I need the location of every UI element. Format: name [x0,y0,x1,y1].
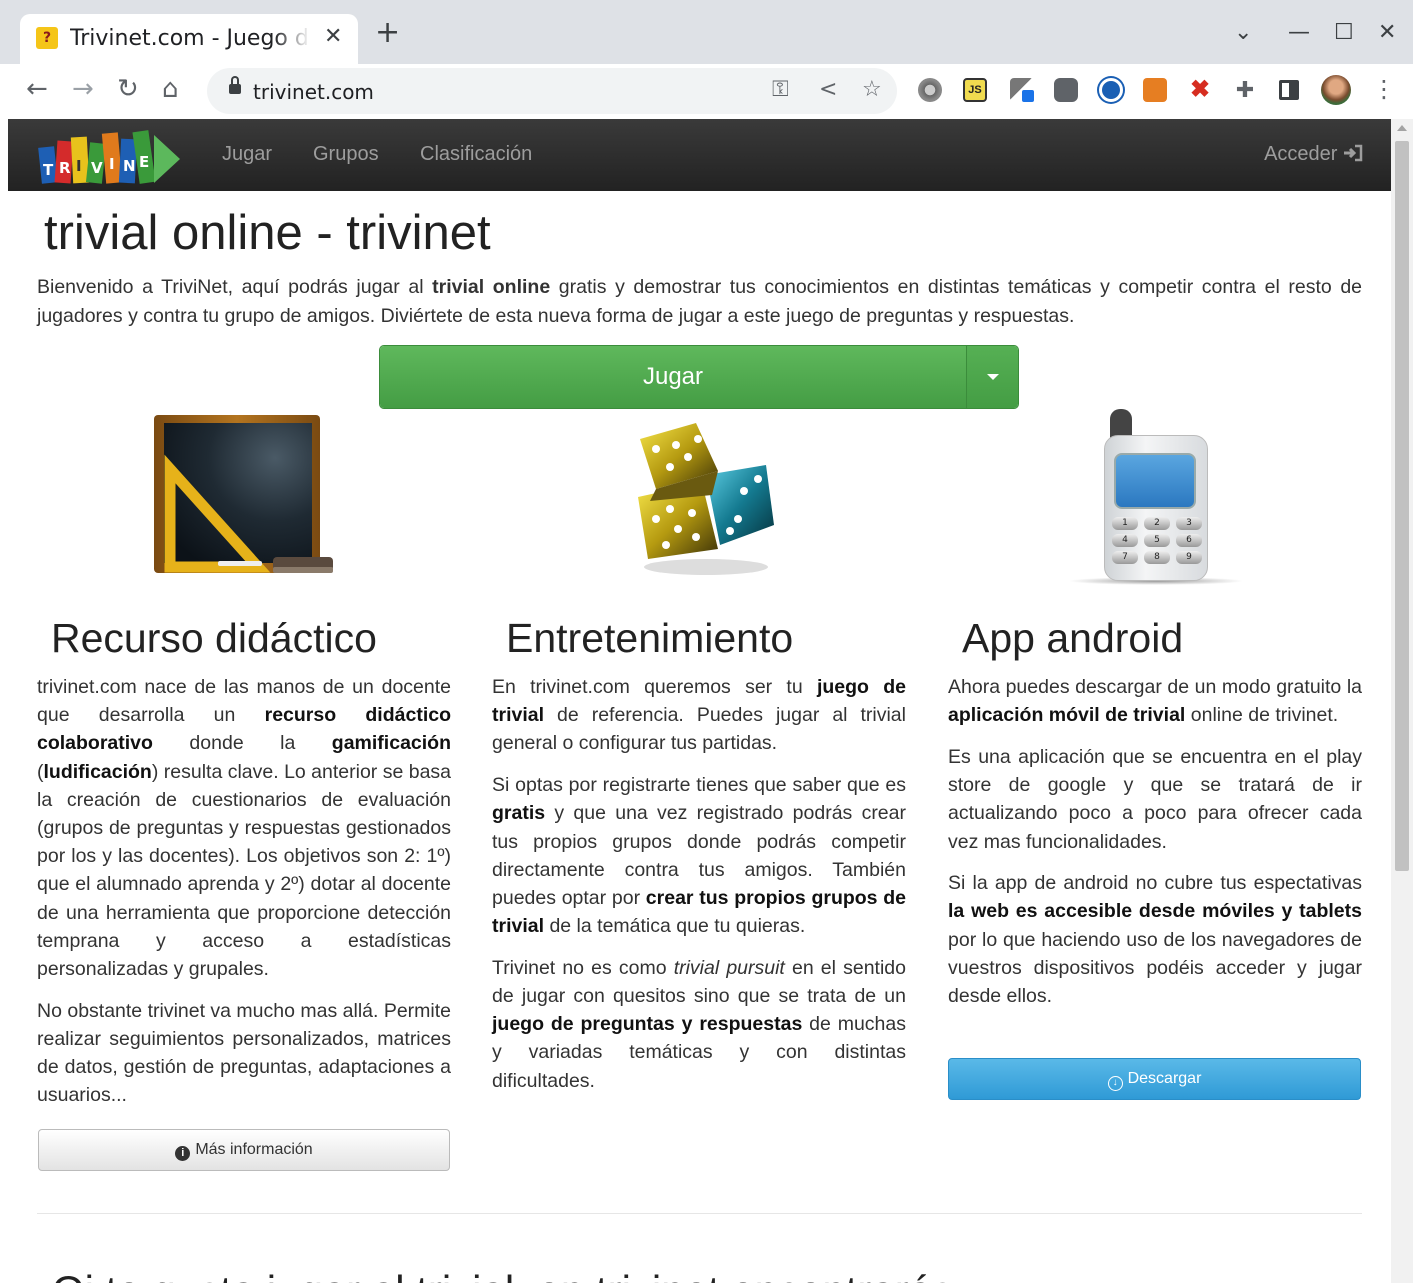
col1-title: Recurso didáctico [51,615,377,661]
phone-key: 9 [1176,551,1202,564]
svg-text:V: V [91,159,103,177]
col2-paragraph-1: En trivinet.com queremos ser tu juego de… [492,676,906,755]
key-icon[interactable]: ⚿ [772,77,789,102]
nav-clasificacion[interactable]: Clasificación [420,143,532,166]
dice-illustration [638,423,774,575]
col2-paragraph-2: Si optas por registrarte tienes que sabe… [492,774,907,938]
svg-text:T: T [43,161,54,179]
download-icon: ↓ [1107,1076,1123,1091]
play-dropdown-caret[interactable] [966,346,1018,408]
favicon-icon: ? [36,27,58,49]
phone-keypad: 123 456 789 [1112,517,1202,564]
col3-paragraph-3: Si la app de android no cubre tus espect… [948,872,1362,1008]
trivinet-logo[interactable]: T R I V I N E [36,125,182,187]
col2-paragraph-3: Trivinet no es como trivial pursuit en e… [492,956,906,1092]
browser-tab[interactable]: ? Trivinet.com - Juego de trivial online… [20,14,358,64]
download-button[interactable]: ↓ Descargar [948,1058,1361,1100]
url-text: trivinet.com [253,80,374,104]
bookmark-star-icon[interactable]: ☆ [862,77,882,102]
scroll-up-arrow-icon[interactable] [1397,125,1407,131]
column-recurso-didactico: Recurso didáctico trivinet.com nace de l… [37,615,451,1123]
play-button[interactable]: Jugar [380,346,966,408]
soccer-extension-icon[interactable] [1099,78,1123,102]
eyedropper-extension-icon[interactable] [1010,78,1034,102]
back-icon[interactable]: ← [26,74,48,104]
phone-key: 5 [1144,534,1170,547]
intro-paragraph: Bienvenido a TriviNet, aquí podrás jugar… [37,276,1363,327]
col3-title: App android [962,615,1184,661]
new-tab-button[interactable]: + [375,18,400,48]
tab-title: Trivinet.com - Juego de trivial online [70,26,310,51]
phone-key: 1 [1112,517,1138,530]
svg-text:E: E [139,153,149,171]
forward-icon[interactable]: → [72,74,94,104]
scrollbar-thumb[interactable] [1395,141,1409,871]
phone-key: 7 [1112,551,1138,564]
col2-title: Entretenimiento [506,615,794,661]
page-scrollbar[interactable] [1391,119,1413,1283]
close-tab-icon[interactable]: ✕ [324,24,342,49]
column-entretenimiento: Entretenimiento En trivinet.com queremos… [492,615,906,1108]
svg-text:I: I [109,155,115,173]
col1-paragraph-1: trivinet.com nace de las manos de un doc… [37,676,452,981]
reader-extension-icon[interactable] [1054,78,1078,102]
phone-key: 2 [1144,517,1170,530]
phone-key: 6 [1176,534,1202,547]
js-extension-icon[interactable]: JS [963,78,987,102]
blackboard-illustration [154,415,333,573]
col1-paragraph-2: No obstante trivinet va mucho mas allá. … [37,999,452,1107]
info-icon: i [175,1146,191,1161]
column-app-android: App android Ahora puedes descargar de un… [948,615,1362,1024]
more-info-label: Más información [195,1141,313,1158]
minimize-button[interactable]: — [1288,20,1310,45]
login-link[interactable]: Acceder [1264,143,1363,166]
svg-text:I: I [76,157,82,175]
browser-tabstrip: ? Trivinet.com - Juego de trivial online… [0,0,1413,64]
tab-search-chevron-icon[interactable]: ⌄ [1234,20,1252,45]
page-title: trivial online - trivinet [44,206,491,260]
puzzle-icon[interactable]: ✚ [1233,78,1257,102]
share-icon[interactable]: < [819,77,837,102]
col3-paragraph-2: Es una aplicación que se encuentra en el… [948,745,1362,853]
phone-key: 4 [1112,534,1138,547]
reload-icon[interactable]: ↻ [117,74,139,104]
next-section-title: Qi te gusta jugar al trivial, en trivine… [52,1267,988,1283]
lock-icon [229,76,241,95]
profile-avatar[interactable] [1321,75,1351,105]
more-info-button[interactable]: i Más información [38,1129,450,1171]
browser-toolbar: ← → ↻ ⌂ trivinet.com ⚿ < ☆ JS ✖ ✚ ⋮ [0,64,1413,118]
svg-text:R: R [59,159,71,177]
svg-text:N: N [123,157,136,175]
chart-extension-icon[interactable] [1143,78,1167,102]
menu-icon[interactable]: ⋮ [1372,74,1396,104]
phone-key: 8 [1144,551,1170,564]
phone-key: 3 [1176,517,1202,530]
x-extension-icon[interactable]: ✖ [1188,78,1212,102]
home-icon[interactable]: ⌂ [162,74,179,104]
login-icon [1344,144,1363,162]
close-window-button[interactable]: ✕ [1378,20,1396,45]
maximize-button[interactable]: ☐ [1334,20,1354,45]
gear-extension-icon[interactable] [918,78,942,102]
download-label: Descargar [1127,1070,1202,1087]
section-divider [37,1213,1362,1214]
sidepanel-icon[interactable] [1279,80,1299,100]
nav-jugar[interactable]: Jugar [222,143,272,166]
play-button-group: Jugar [379,345,1019,409]
phone-illustration: 123 456 789 [1068,409,1244,585]
login-label: Acceder [1264,143,1338,165]
web-page: T R I V I N E Jugar Grupos Clasificación… [8,119,1391,1283]
address-bar[interactable]: trivinet.com ⚿ < ☆ [207,68,897,114]
col3-paragraph-1: Ahora puedes descargar de un modo gratui… [948,676,1362,727]
site-navbar: T R I V I N E Jugar Grupos Clasificación… [8,119,1391,191]
nav-grupos[interactable]: Grupos [313,143,379,166]
